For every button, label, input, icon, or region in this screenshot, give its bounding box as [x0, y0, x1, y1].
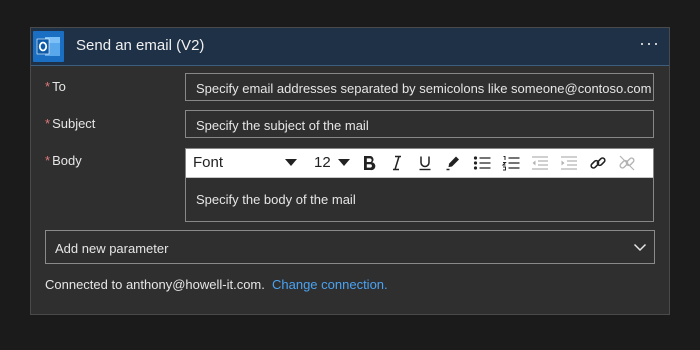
send-email-action-card: Send an email (V2) ··· * To Specify email…: [30, 27, 670, 315]
to-placeholder: Specify email addresses separated by sem…: [196, 81, 652, 96]
body-editor[interactable]: Font 12 Specify the body of the mail: [185, 148, 654, 222]
rich-text-toolbar: Font 12: [186, 149, 653, 178]
required-marker: *: [45, 79, 51, 94]
chevron-down-icon: [633, 240, 647, 259]
change-connection-link[interactable]: Change connection.: [272, 277, 388, 292]
italic-icon[interactable]: [386, 152, 408, 174]
underline-icon[interactable]: [414, 152, 436, 174]
to-label: * To: [45, 79, 66, 94]
increase-indent-icon[interactable]: [558, 152, 580, 174]
add-parameter-label: Add new parameter: [55, 241, 169, 256]
chevron-down-icon: [285, 159, 297, 166]
to-field[interactable]: Specify email addresses separated by sem…: [185, 73, 654, 101]
font-select[interactable]: Font: [193, 154, 297, 172]
required-marker: *: [45, 116, 51, 131]
required-marker: *: [45, 153, 51, 168]
subject-label: * Subject: [45, 116, 95, 131]
body-label: * Body: [45, 153, 82, 168]
chevron-down-icon: [338, 159, 350, 166]
action-header[interactable]: Send an email (V2) ···: [31, 28, 669, 66]
subject-field[interactable]: Specify the subject of the mail: [185, 110, 654, 138]
body-placeholder: Specify the body of the mail: [196, 192, 356, 207]
font-select-value: Font: [193, 154, 224, 171]
font-size-value: 12: [314, 154, 331, 171]
more-options-icon[interactable]: ···: [639, 34, 659, 56]
outlook-icon: [33, 31, 64, 62]
decrease-indent-icon[interactable]: [529, 152, 551, 174]
connection-status: Connected to anthony@howell-it.com.: [45, 277, 265, 292]
body-label-text: Body: [52, 153, 82, 168]
insert-link-icon[interactable]: [587, 152, 609, 174]
bullet-list-icon[interactable]: [471, 152, 493, 174]
font-size-select[interactable]: 12: [314, 154, 350, 172]
subject-placeholder: Specify the subject of the mail: [196, 118, 369, 133]
numbered-list-icon[interactable]: [500, 152, 522, 174]
add-parameter-dropdown[interactable]: Add new parameter: [45, 230, 655, 264]
remove-link-icon[interactable]: [616, 152, 638, 174]
subject-label-text: Subject: [52, 116, 96, 131]
to-label-text: To: [52, 79, 66, 94]
bold-icon[interactable]: [358, 152, 380, 174]
action-title: Send an email (V2): [76, 37, 205, 54]
text-color-icon[interactable]: [442, 152, 464, 174]
